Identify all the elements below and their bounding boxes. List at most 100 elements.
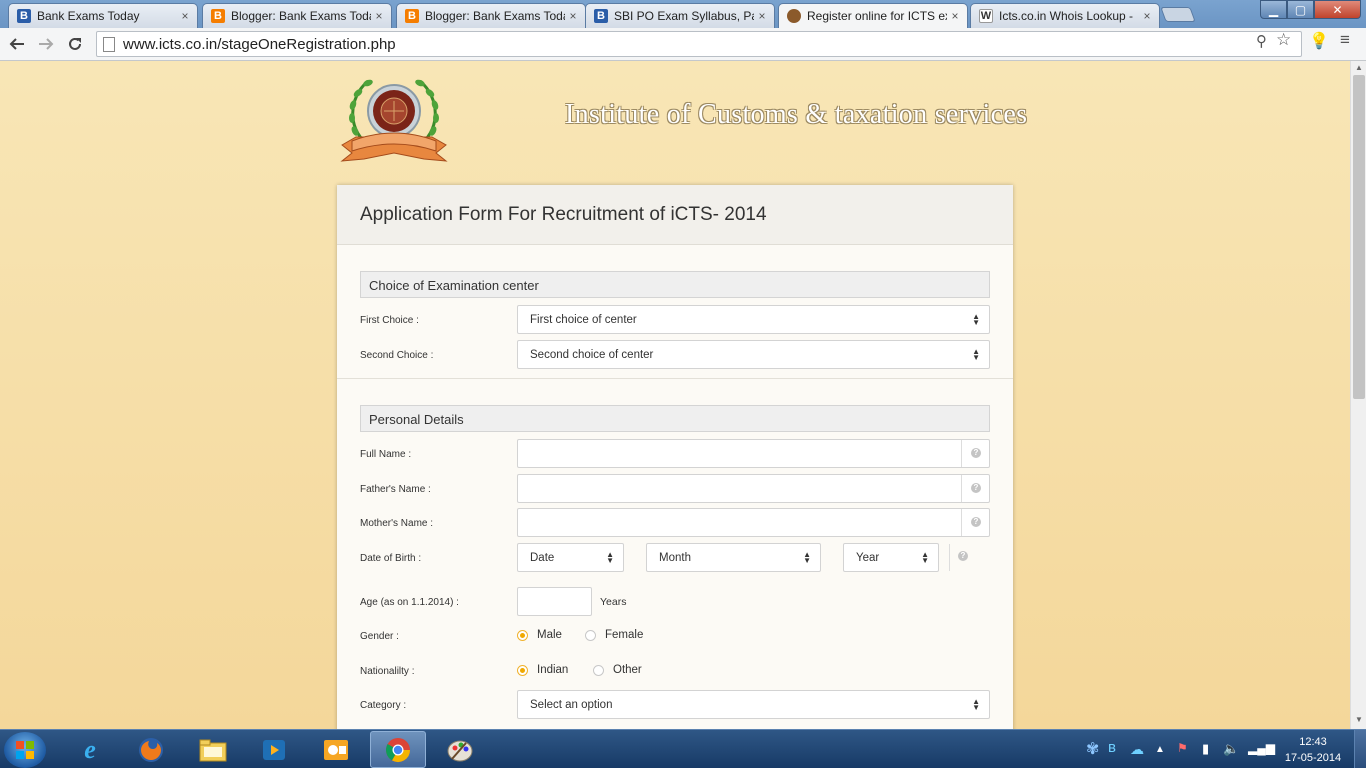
whois-favicon-icon: W <box>979 9 993 23</box>
blogger-favicon-icon: B <box>405 9 419 23</box>
firefox-icon[interactable] <box>123 731 179 768</box>
network-tray-icon[interactable]: ✾ <box>1086 739 1099 759</box>
close-tab-icon[interactable]: × <box>754 9 770 23</box>
help-icon[interactable]: ? <box>958 551 968 561</box>
age-input[interactable] <box>517 587 592 616</box>
tab-whois-lookup[interactable]: W Icts.co.in Whois Lookup - × <box>970 3 1160 28</box>
tab-title: SBI PO Exam Syllabus, Patt <box>614 9 754 23</box>
tab-blogger-1[interactable]: B Blogger: Bank Exams Toda × <box>202 3 392 28</box>
internet-explorer-icon[interactable]: e <box>62 731 118 768</box>
action-center-icon[interactable]: ⚑ <box>1177 741 1188 755</box>
minimize-button[interactable]: ▁ <box>1260 0 1287 19</box>
gender-male-radio[interactable] <box>517 630 528 641</box>
new-tab-button[interactable] <box>1160 7 1196 22</box>
tab-bank-exams-today[interactable]: B Bank Exams Today × <box>8 3 198 28</box>
show-desktop-button[interactable] <box>1354 730 1366 768</box>
icts-favicon-icon <box>787 9 801 23</box>
blogger-favicon-icon: B <box>17 9 31 23</box>
vertical-scrollbar[interactable]: ▲ ▼ <box>1350 61 1366 729</box>
dob-month-value: Month <box>659 552 691 564</box>
select-caret-icon: ▲ ▼ <box>921 550 929 565</box>
form-heading: Application Form For Recruitment of iCTS… <box>337 185 1013 245</box>
clock-time: 12:43 <box>1299 736 1327 748</box>
blogger-favicon-icon: B <box>594 9 608 23</box>
media-player-icon[interactable] <box>246 731 302 768</box>
close-tab-icon[interactable]: × <box>947 9 963 23</box>
volume-icon[interactable]: 🔈 <box>1223 741 1239 757</box>
wifi-signal-icon[interactable]: ▂▄▆ <box>1248 741 1275 755</box>
maximize-button[interactable]: ▢ <box>1287 0 1314 19</box>
scroll-up-arrow-icon[interactable]: ▲ <box>1351 63 1366 75</box>
nationality-other-radio[interactable] <box>593 665 604 676</box>
battery-icon[interactable]: ▮ <box>1202 741 1209 757</box>
second-choice-label: Second Choice : <box>360 350 434 361</box>
address-bar[interactable]: www.icts.co.in/stageOneRegistration.php <box>96 31 1302 57</box>
input-addon-separator <box>961 475 962 502</box>
paint-icon[interactable] <box>432 731 488 768</box>
bookmark-star-icon[interactable]: ☆ <box>1276 30 1291 50</box>
clock-date: 17-05-2014 <box>1284 752 1342 764</box>
first-choice-select[interactable]: First choice of center ▲ ▼ <box>517 305 990 334</box>
reload-icon[interactable] <box>64 33 86 55</box>
category-select[interactable]: Select an option ▲ ▼ <box>517 690 990 719</box>
close-tab-icon[interactable]: × <box>1139 9 1155 23</box>
menu-icon[interactable]: ≡ <box>1340 30 1350 50</box>
close-window-button[interactable]: ✕ <box>1314 0 1361 19</box>
search-icon[interactable]: ⚲ <box>1256 32 1267 50</box>
gender-female-radio[interactable] <box>585 630 596 641</box>
close-tab-icon[interactable]: × <box>371 9 387 23</box>
dob-year-select[interactable]: Year ▲ ▼ <box>843 543 939 572</box>
back-arrow-icon[interactable] <box>6 33 28 55</box>
nationality-label: Nationalilty : <box>360 666 415 677</box>
outlook-icon[interactable] <box>308 731 364 768</box>
site-title: Institute of Customs & taxation services <box>565 99 1028 130</box>
mothers-name-label: Mother's Name : <box>360 518 434 529</box>
tab-sbi-po-syllabus[interactable]: B SBI PO Exam Syllabus, Patt × <box>585 3 775 28</box>
application-form-card: Application Form For Recruitment of iCTS… <box>337 185 1013 729</box>
select-caret-icon: ▲ ▼ <box>606 550 614 565</box>
nationality-indian-label: Indian <box>537 664 569 676</box>
dob-year-value: Year <box>856 552 880 564</box>
chrome-icon[interactable] <box>370 731 426 768</box>
system-clock[interactable]: 12:43 17-05-2014 <box>1280 734 1346 766</box>
mothers-name-input[interactable] <box>517 508 990 537</box>
exam-center-section-title: Choice of Examination center <box>360 271 990 298</box>
dob-date-select[interactable]: Date ▲ ▼ <box>517 543 624 572</box>
select-caret-icon: ▲ ▼ <box>803 550 811 565</box>
full-name-label: Full Name : <box>360 449 412 460</box>
forward-arrow-icon[interactable] <box>35 33 57 55</box>
close-tab-icon[interactable]: × <box>565 9 581 23</box>
scroll-down-arrow-icon[interactable]: ▼ <box>1351 715 1366 727</box>
scrollbar-thumb[interactable] <box>1353 75 1365 399</box>
bluetooth-tray-icon[interactable]: ʙ <box>1108 739 1116 756</box>
full-name-input[interactable] <box>517 439 990 468</box>
tab-title: Register online for ICTS ex <box>807 9 947 23</box>
start-button[interactable] <box>4 732 46 768</box>
section-divider <box>337 378 1013 379</box>
second-choice-select[interactable]: Second choice of center ▲ ▼ <box>517 340 990 369</box>
dob-date-value: Date <box>530 552 555 564</box>
tab-blogger-2[interactable]: B Blogger: Bank Exams Toda × <box>396 3 586 28</box>
select-caret-icon: ▲ ▼ <box>972 697 980 712</box>
title-bar: B Bank Exams Today × B Blogger: Bank Exa… <box>0 0 1366 28</box>
help-icon[interactable]: ? <box>971 517 981 527</box>
gender-male-label: Male <box>537 629 562 641</box>
page-content: Institute of Customs & taxation services… <box>0 61 1350 729</box>
sync-tray-icon[interactable]: ☁ <box>1130 741 1144 758</box>
lightbulb-extension-icon[interactable]: 💡 <box>1309 31 1329 51</box>
nationality-indian-radio[interactable] <box>517 665 528 676</box>
select-caret-icon: ▲ ▼ <box>972 347 980 362</box>
gender-label: Gender : <box>360 631 399 642</box>
dob-month-select[interactable]: Month ▲ ▼ <box>646 543 821 572</box>
help-icon[interactable]: ? <box>971 448 981 458</box>
tab-title: Blogger: Bank Exams Toda <box>425 9 565 23</box>
file-explorer-icon[interactable] <box>185 731 241 768</box>
close-tab-icon[interactable]: × <box>177 9 193 23</box>
help-icon[interactable]: ? <box>971 483 981 493</box>
tab-register-icts[interactable]: Register online for ICTS ex × <box>778 3 968 28</box>
age-label: Age (as on 1.1.2014) : <box>360 597 459 608</box>
browser-toolbar: www.icts.co.in/stageOneRegistration.php … <box>0 28 1366 61</box>
show-hidden-icons-icon[interactable]: ▲ <box>1155 744 1165 755</box>
category-value: Select an option <box>530 699 613 711</box>
fathers-name-input[interactable] <box>517 474 990 503</box>
